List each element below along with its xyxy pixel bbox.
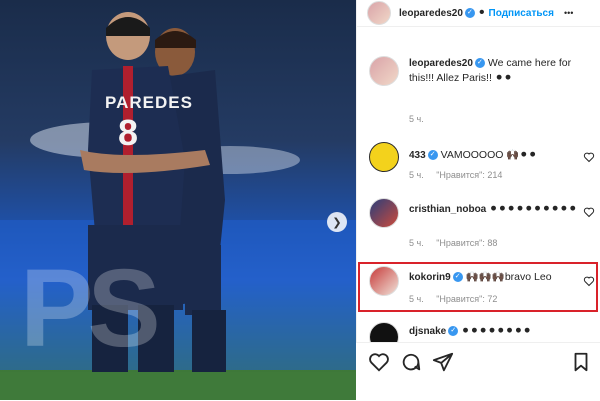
highlight-frame xyxy=(358,262,598,312)
share-paper-plane-icon[interactable] xyxy=(432,351,454,373)
next-photo-button[interactable]: ❯ xyxy=(327,212,347,232)
verified-icon: ✓ xyxy=(448,326,459,337)
caption-meta: 5 ч. xyxy=(409,114,434,124)
post-header: leoparedes20 ✓ • Подписаться ••• xyxy=(357,0,600,27)
comment-body: djsnake ✓ ⚫⚫⚫⚫⚫⚫⚫⚫ xyxy=(409,324,581,339)
comment-text: ⚫⚫⚫⚫⚫⚫⚫⚫⚫⚫ xyxy=(489,203,578,215)
caption-body: leoparedes20 ✓ We came here for this!!! A… xyxy=(409,56,581,85)
post-action-bar xyxy=(356,342,600,401)
post-side-panel: leoparedes20 ✓ • Подписаться ••• leopare… xyxy=(356,0,600,400)
comment-meta: 5 ч. "Нравится": 88 xyxy=(409,238,507,248)
comment-avatar[interactable] xyxy=(369,198,399,228)
comment-avatar[interactable] xyxy=(369,322,399,342)
caption-username[interactable]: leoparedes20 xyxy=(409,58,473,69)
comment-bubble-icon[interactable] xyxy=(400,351,422,373)
comment-body: cristhian_noboa ⚫⚫⚫⚫⚫⚫⚫⚫⚫⚫ xyxy=(409,202,581,217)
author-avatar[interactable] xyxy=(367,1,391,25)
comment-username[interactable]: cristhian_noboa xyxy=(409,204,486,215)
comment-username[interactable]: djsnake xyxy=(409,326,446,337)
caption-avatar[interactable] xyxy=(369,56,399,86)
background-logo: PS xyxy=(20,247,161,370)
jersey-name: PAREDES xyxy=(105,93,193,112)
comment-avatar[interactable] xyxy=(369,142,399,172)
author-username[interactable]: leoparedes20 xyxy=(399,8,463,19)
caption: leoparedes20 ✓ We came here for this!!! A… xyxy=(357,56,600,126)
comment-text: ⚫⚫⚫⚫⚫⚫⚫⚫ xyxy=(461,325,532,337)
comment-username[interactable]: 433 xyxy=(409,150,426,161)
verified-icon: ✓ xyxy=(474,58,485,69)
separator-dot: • xyxy=(478,4,485,21)
comment-likes[interactable]: "Нравится": 214 xyxy=(436,170,502,180)
comment-433: 433 ✓ VAMOOOOO 🙌🏿⚫⚫ 5 ч. "Нравится": 214 xyxy=(357,142,600,188)
verified-icon: ✓ xyxy=(464,8,475,18)
post-photo[interactable]: PAREDES 8 PS ❯ xyxy=(0,0,356,400)
verified-icon: ✓ xyxy=(427,150,438,161)
comment-cristhian-noboa: cristhian_noboa ⚫⚫⚫⚫⚫⚫⚫⚫⚫⚫ 5 ч. "Нравитс… xyxy=(357,198,600,248)
bookmark-icon[interactable] xyxy=(570,351,592,373)
comment-meta: 5 ч. "Нравится": 214 xyxy=(409,170,512,180)
comment-time[interactable]: 5 ч. xyxy=(409,170,424,180)
more-options-icon[interactable]: ••• xyxy=(564,8,573,18)
follow-button[interactable]: Подписаться xyxy=(489,8,554,19)
caption-time[interactable]: 5 ч. xyxy=(409,114,424,124)
comment-djsnake: djsnake ✓ ⚫⚫⚫⚫⚫⚫⚫⚫ xyxy=(357,322,600,342)
like-heart-icon[interactable] xyxy=(368,351,390,373)
comment-body: 433 ✓ VAMOOOOO 🙌🏿⚫⚫ xyxy=(409,148,581,163)
like-heart-icon[interactable] xyxy=(583,206,595,218)
jersey-number: 8 xyxy=(118,112,139,153)
comment-time[interactable]: 5 ч. xyxy=(409,238,424,248)
comment-text: VAMOOOOO 🙌🏿⚫⚫ xyxy=(440,149,538,161)
chevron-right-icon: ❯ xyxy=(332,216,342,229)
like-heart-icon[interactable] xyxy=(583,151,595,163)
comment-likes[interactable]: "Нравится": 88 xyxy=(436,238,497,248)
